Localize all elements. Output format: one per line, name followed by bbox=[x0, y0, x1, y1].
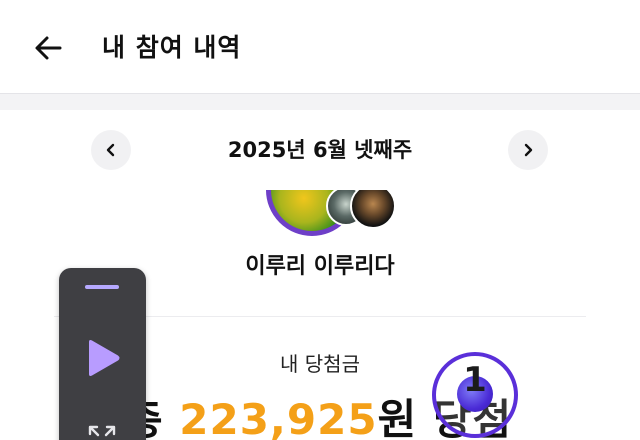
chevron-left-icon bbox=[106, 143, 115, 157]
participation-history-screen: 내 참여 내역 2025년 6월 넷째주 이루리 이루리다 내 당첨금 총 22… bbox=[0, 0, 640, 440]
back-button[interactable] bbox=[26, 26, 70, 70]
artist-avatar-group bbox=[250, 190, 410, 240]
page-title: 내 참여 내역 bbox=[102, 33, 242, 62]
play-button[interactable] bbox=[79, 334, 127, 382]
expand-button[interactable] bbox=[87, 424, 117, 440]
rank-number: 1 bbox=[463, 360, 487, 400]
artist-name: 이루리 이루리다 bbox=[245, 254, 395, 279]
week-navigator: 2025년 6월 넷째주 bbox=[0, 130, 640, 170]
drag-handle[interactable] bbox=[85, 285, 119, 289]
arrow-left-icon bbox=[35, 36, 62, 60]
prize-amount: 223,925 bbox=[179, 395, 378, 440]
play-icon bbox=[89, 340, 120, 376]
rank-badge: 1 bbox=[432, 352, 518, 438]
app-bar: 내 참여 내역 bbox=[0, 0, 640, 94]
floating-player[interactable] bbox=[59, 268, 146, 440]
previous-week-button[interactable] bbox=[91, 130, 131, 170]
chevron-right-icon bbox=[524, 143, 533, 157]
artist-avatar-tertiary bbox=[350, 190, 396, 229]
expand-icon bbox=[88, 425, 116, 437]
week-label: 2025년 6월 넷째주 bbox=[227, 138, 413, 162]
next-week-button[interactable] bbox=[508, 130, 548, 170]
